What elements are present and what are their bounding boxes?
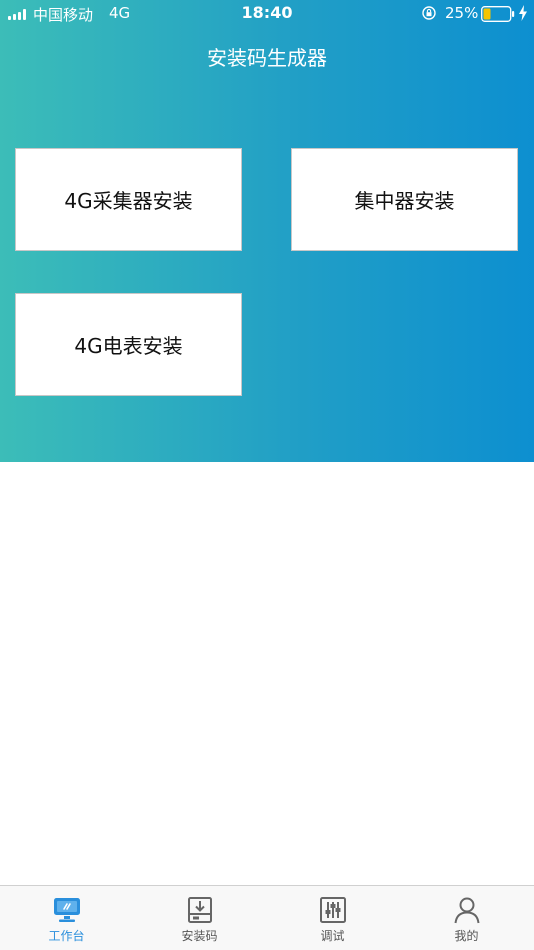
tab-bar: 工作台 安装码 调试 我的: [0, 885, 534, 950]
charging-icon: [519, 5, 527, 21]
card-label: 4G电表安装: [74, 334, 183, 358]
collector-install-card[interactable]: 4G采集器安装: [15, 148, 242, 251]
tab-workbench[interactable]: 工作台: [0, 886, 133, 950]
tab-label: 工作台: [48, 929, 85, 943]
concentrator-install-card[interactable]: 集中器安装: [291, 148, 518, 251]
rotation-lock-icon: [422, 6, 436, 20]
person-icon: [454, 897, 479, 924]
status-bar: 中国移动 4G 18:40 25%: [0, 0, 534, 28]
download-box-icon: [187, 897, 212, 923]
sliders-icon: [319, 897, 346, 923]
tab-label: 调试: [320, 929, 345, 943]
tab-install-code[interactable]: 安装码: [133, 886, 266, 950]
page-title: 安装码生成器: [207, 46, 327, 70]
tab-label: 安装码: [181, 929, 218, 943]
card-label: 集中器安装: [354, 189, 455, 213]
card-label: 4G采集器安装: [64, 189, 193, 213]
battery-icon: [481, 6, 515, 22]
battery-percent: 25%: [445, 4, 479, 22]
monitor-icon: [53, 898, 80, 922]
tab-mine[interactable]: 我的: [399, 886, 534, 950]
tab-debug[interactable]: 调试: [266, 886, 399, 950]
tab-label: 我的: [454, 929, 479, 943]
meter-install-card[interactable]: 4G电表安装: [15, 293, 242, 396]
